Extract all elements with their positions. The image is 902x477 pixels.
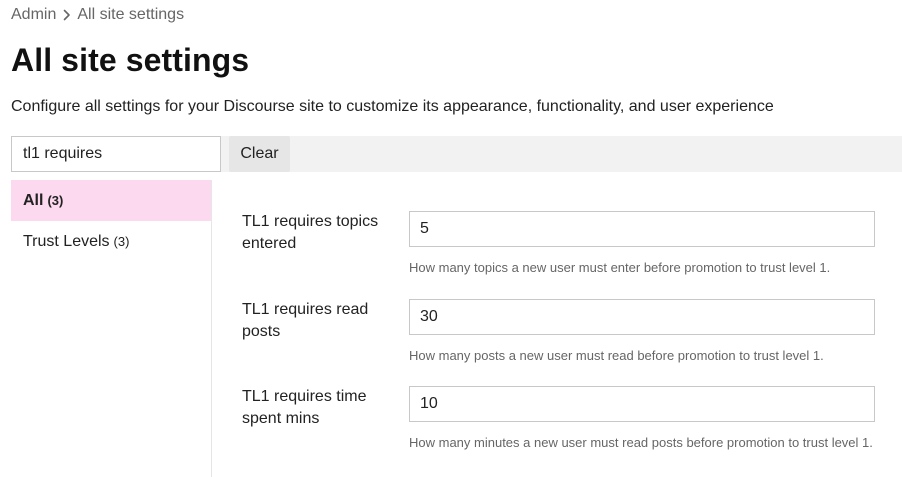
- filter-bar: Clear: [11, 136, 902, 172]
- sidebar-item-count: (3): [47, 193, 64, 208]
- breadcrumb: Admin All site settings: [11, 6, 184, 24]
- page-description: Configure all settings for your Discours…: [11, 98, 774, 115]
- chevron-right-icon: [63, 9, 71, 21]
- tl1-requires-topics-entered-input[interactable]: [409, 211, 875, 247]
- breadcrumb-admin-link[interactable]: Admin: [11, 6, 56, 24]
- settings-filter-input[interactable]: [11, 136, 221, 172]
- sidebar-item-trust-levels[interactable]: Trust Levels (3): [11, 221, 211, 262]
- setting-description: How many topics a new user must enter be…: [409, 260, 831, 275]
- setting-label: TL1 requires time spent mins: [242, 388, 367, 427]
- sidebar-item-label: All: [23, 191, 44, 209]
- tl1-requires-read-posts-input[interactable]: [409, 299, 875, 335]
- setting-label: TL1 requires topics entered: [242, 213, 379, 252]
- setting-description: How many minutes a new user must read po…: [409, 435, 873, 450]
- page-title: All site settings: [11, 42, 250, 78]
- clear-button[interactable]: Clear: [229, 136, 290, 172]
- tl1-requires-time-spent-mins-input[interactable]: [409, 386, 875, 422]
- setting-label: TL1 requires read posts: [242, 301, 369, 340]
- settings-category-sidebar: All (3) Trust Levels (3): [11, 180, 212, 477]
- sidebar-item-count: (3): [113, 234, 130, 249]
- sidebar-item-label: Trust Levels: [23, 232, 110, 250]
- sidebar-item-all[interactable]: All (3): [11, 180, 211, 221]
- breadcrumb-current-link[interactable]: All site settings: [77, 6, 184, 24]
- setting-description: How many posts a new user must read befo…: [409, 348, 824, 363]
